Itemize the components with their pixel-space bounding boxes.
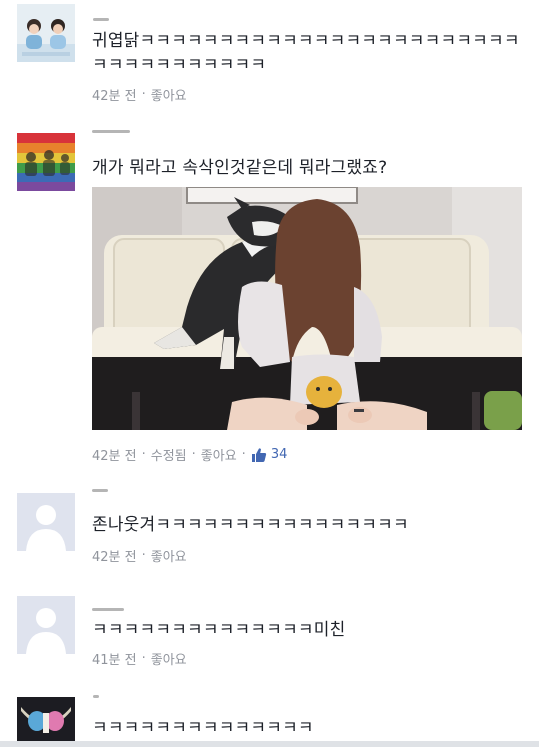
commenter-avatar[interactable] (17, 4, 75, 62)
meta-separator: · (241, 447, 246, 462)
meta-separator: · (141, 548, 146, 563)
comment-meta: 42분 전 · 좋아요 (92, 546, 187, 565)
comment-item: ㅋㅋㅋㅋㅋㅋㅋㅋㅋㅋㅋㅋㅋㅋ (0, 681, 539, 741)
comment-text: 개가 뭐라고 속삭인것같은데 뭐라그랬죠? (92, 158, 388, 178)
avatar-photo-icon (17, 697, 75, 741)
comment-meta: 42분 전 · 수정됨 · 좋아요 · 34 (92, 445, 287, 464)
comment-text: 귀엽닭ㅋㅋㅋㅋㅋㅋㅋㅋㅋㅋㅋㅋㅋㅋㅋㅋㅋㅋㅋㅋㅋㅋㅋㅋㅋㅋㅋㅋㅋㅋㅋㅋㅋㅋㅋ (92, 31, 520, 75)
like-link[interactable]: 좋아요 (201, 445, 237, 464)
thumbs-up-icon[interactable] (251, 447, 267, 463)
commenter-name-redacted[interactable] (92, 489, 108, 492)
commenter-name-redacted[interactable] (92, 608, 124, 611)
comment-timestamp[interactable]: 41분 전 (92, 649, 137, 668)
like-count[interactable]: 34 (271, 447, 288, 462)
commenter-avatar[interactable] (17, 493, 75, 551)
like-link[interactable]: 좋아요 (151, 85, 187, 104)
commenter-avatar[interactable] (17, 697, 75, 741)
commenter-avatar[interactable] (17, 596, 75, 654)
comment-item: 귀엽닭ㅋㅋㅋㅋㅋㅋㅋㅋㅋㅋㅋㅋㅋㅋㅋㅋㅋㅋㅋㅋㅋㅋㅋㅋㅋㅋㅋㅋㅋㅋㅋㅋㅋㅋㅋ 4… (0, 0, 539, 116)
commenter-avatar[interactable] (17, 133, 75, 191)
comment-meta: 41분 전 · 좋아요 (92, 649, 187, 668)
like-link[interactable]: 좋아요 (151, 649, 187, 668)
person-silhouette-icon (17, 493, 75, 551)
dog-and-girl-photo (92, 187, 522, 430)
comment-text: ㅋㅋㅋㅋㅋㅋㅋㅋㅋㅋㅋㅋㅋㅋ미친 (92, 620, 346, 640)
comment-text: 존나웃겨ㅋㅋㅋㅋㅋㅋㅋㅋㅋㅋㅋㅋㅋㅋㅋㅋ (92, 515, 409, 535)
comment-timestamp[interactable]: 42분 전 (92, 445, 137, 464)
comment-attached-photo[interactable] (92, 187, 522, 430)
meta-separator: · (141, 651, 146, 666)
commenter-name-redacted[interactable] (93, 695, 99, 698)
comment-timestamp[interactable]: 42분 전 (92, 85, 137, 104)
like-link[interactable]: 좋아요 (151, 546, 187, 565)
meta-separator: · (141, 87, 146, 102)
avatar-rainbow-photo-icon (17, 133, 75, 191)
list-bottom-divider (0, 741, 539, 747)
comment-timestamp[interactable]: 42분 전 (92, 546, 137, 565)
comment-meta: 42분 전 · 좋아요 (92, 85, 187, 104)
comment-item: 개가 뭐라고 속삭인것같은데 뭐라그랬죠? 42분 전 · 수정됨 · 좋아요 … (0, 115, 539, 476)
person-silhouette-icon (17, 596, 75, 654)
comment-item: 존나웃겨ㅋㅋㅋㅋㅋㅋㅋㅋㅋㅋㅋㅋㅋㅋㅋㅋ 42분 전 · 좋아요 (0, 475, 539, 579)
comment-item: ㅋㅋㅋㅋㅋㅋㅋㅋㅋㅋㅋㅋㅋㅋ미친 41분 전 · 좋아요 (0, 578, 539, 682)
edited-label[interactable]: 수정됨 (151, 445, 187, 464)
comment-text: ㅋㅋㅋㅋㅋㅋㅋㅋㅋㅋㅋㅋㅋㅋ (92, 718, 314, 738)
commenter-name-redacted[interactable] (92, 130, 130, 133)
commenter-name-redacted[interactable] (93, 18, 109, 21)
meta-separator: · (191, 447, 196, 462)
meta-separator: · (141, 447, 146, 462)
avatar-photo-icon (17, 4, 75, 62)
